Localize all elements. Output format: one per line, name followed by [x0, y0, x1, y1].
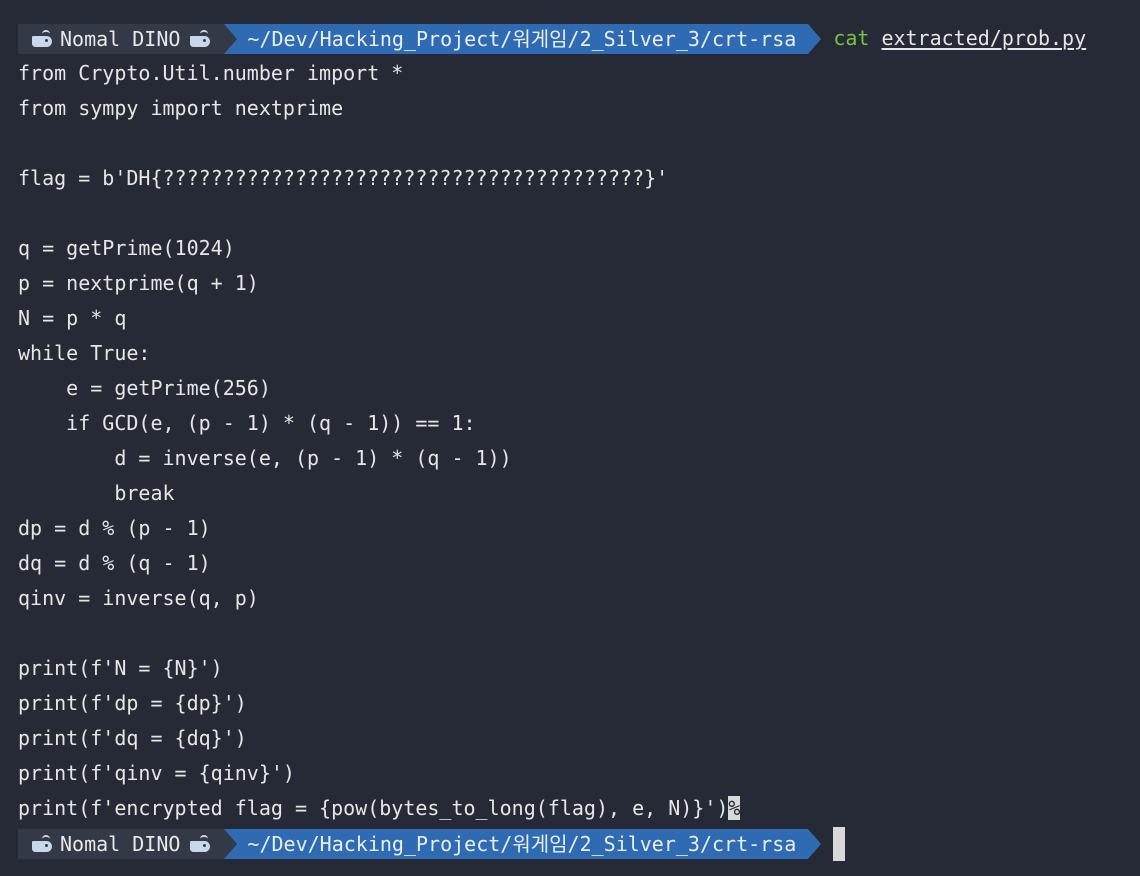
prompt-line-2: Nomal DINO ~/Dev/Hacking_Project/워게임/2_S… — [18, 826, 1128, 861]
prompt-path: ~/Dev/Hacking_Project/워게임/2_Silver_3/crt… — [237, 828, 809, 859]
output-line: print(f'qinv = {qinv}') — [18, 761, 295, 785]
command-name: cat — [833, 26, 870, 50]
output-line-last: print(f'encrypted flag = {pow(bytes_to_l… — [18, 791, 1128, 826]
terminal-window[interactable]: Nomal DINO ~/Dev/Hacking_Project/워게임/2_S… — [18, 21, 1128, 861]
output-line: dp = d % (p - 1) — [18, 516, 211, 540]
output-line: p = nextprime(q + 1) — [18, 271, 259, 295]
output-line-text: print(f'encrypted flag = {pow(bytes_to_l… — [18, 796, 729, 820]
prompt-separator-arrow — [224, 23, 238, 54]
prompt-path-arrow — [808, 23, 822, 54]
prompt-separator-arrow — [224, 828, 238, 859]
whale-icon — [188, 29, 212, 48]
output-line: break — [18, 481, 175, 505]
output-line: N = p * q — [18, 306, 127, 330]
output-block: from Crypto.Util.number import * from sy… — [18, 56, 1128, 826]
output-line: e = getPrime(256) — [18, 376, 271, 400]
output-line: dq = d % (q - 1) — [18, 551, 211, 575]
output-line: print(f'N = {N}') — [18, 656, 223, 680]
whale-icon — [30, 834, 54, 853]
prompt-path: ~/Dev/Hacking_Project/워게임/2_Silver_3/crt… — [237, 23, 809, 54]
prompt-user: Nomal DINO — [60, 831, 181, 856]
whale-icon — [188, 834, 212, 853]
prompt-user-segment: Nomal DINO — [18, 828, 225, 859]
output-line: from Crypto.Util.number import * — [18, 61, 404, 85]
output-line: d = inverse(e, (p - 1) * (q - 1)) — [18, 446, 512, 470]
output-line: if GCD(e, (p - 1) * (q - 1)) == 1: — [18, 411, 476, 435]
prompt-user-segment: Nomal DINO — [18, 23, 225, 54]
prompt-path-arrow — [808, 828, 822, 859]
output-line: q = getPrime(1024) — [18, 236, 235, 260]
output-line: print(f'dp = {dp}') — [18, 691, 247, 715]
output-line: qinv = inverse(q, p) — [18, 586, 259, 610]
command-argument[interactable]: extracted/prob.py — [881, 21, 1086, 56]
terminal-cursor[interactable] — [833, 826, 846, 861]
prompt-line-1: Nomal DINO ~/Dev/Hacking_Project/워게임/2_S… — [18, 21, 1128, 56]
output-line: flag = b'DH{????????????????????????????… — [18, 166, 669, 190]
output-line: while True: — [18, 341, 151, 365]
output-line: from sympy import nextprime — [18, 96, 344, 120]
output-line: print(f'dq = {dq}') — [18, 726, 247, 750]
prompt-user: Nomal DINO — [60, 26, 181, 51]
no-newline-marker: % — [728, 796, 741, 820]
whale-icon — [30, 29, 54, 48]
